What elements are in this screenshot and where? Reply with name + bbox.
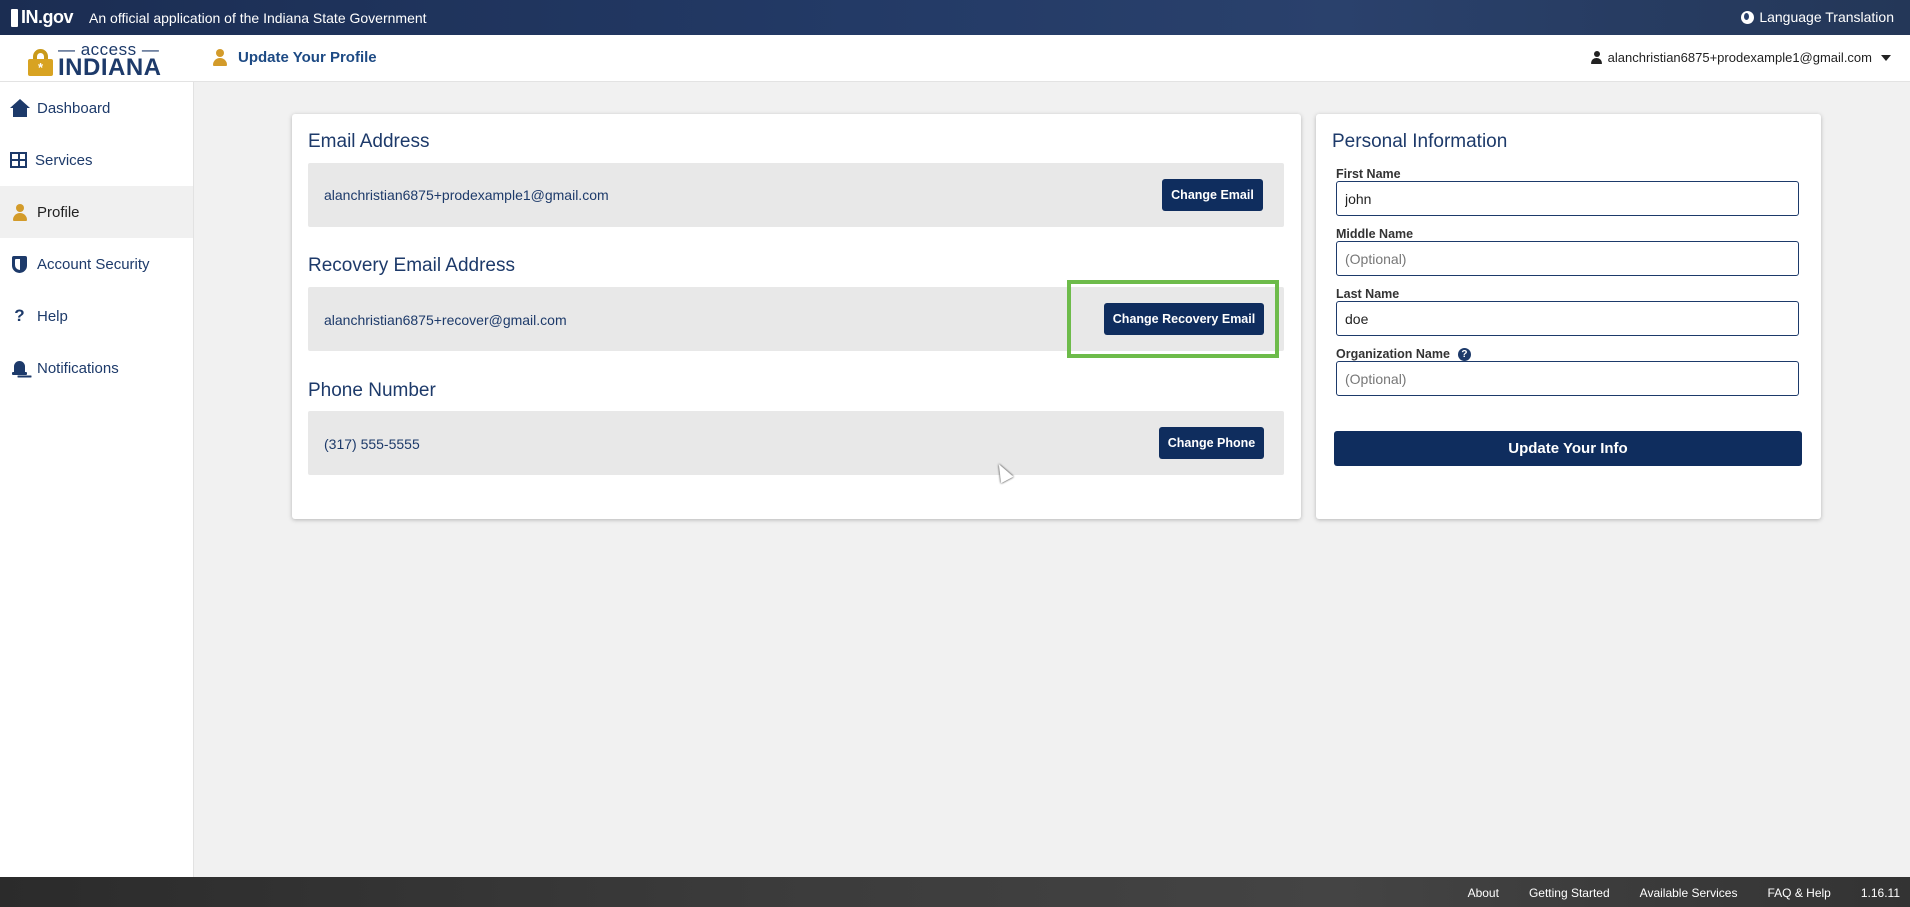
change-email-button[interactable]: Change Email [1162,179,1263,211]
phone-value: (317) 555-5555 [324,436,420,452]
sidebar-item-help[interactable]: ? Help [0,290,193,342]
sidebar-item-profile[interactable]: Profile [0,186,193,238]
globe-icon [1741,10,1755,24]
footer-link-available-services[interactable]: Available Services [1640,886,1738,900]
grid-icon [10,152,27,168]
middle-name-label: Middle Name [1336,227,1414,241]
organization-name-label: Organization Name ? [1336,347,1471,361]
language-translation-label: Language Translation [1759,9,1894,25]
contact-info-card: Email Address alanchristian6875+prodexam… [292,114,1301,519]
sidebar: Dashboard Services Profile Account Secur… [0,82,194,877]
user-icon [1590,51,1603,64]
personal-info-card: Personal Information First Name Middle N… [1316,114,1821,519]
footer-link-about[interactable]: About [1468,886,1499,900]
access-indiana-logo[interactable]: * — access — INDIANA [28,39,162,81]
logo-indiana-text: INDIANA [58,54,162,81]
lock-icon: * [28,49,53,76]
page-title-text: Update Your Profile [238,49,377,66]
sidebar-item-label: Help [37,307,68,325]
first-name-label: First Name [1336,167,1401,181]
change-phone-button[interactable]: Change Phone [1159,427,1264,459]
ingov-logo[interactable]: IN.gov [11,7,74,28]
question-icon: ? [14,306,25,325]
lock-glyph: * [28,59,53,76]
shield-icon [10,255,29,274]
footer: About Getting Started Available Services… [0,877,1910,907]
ingov-label: IN.gov [21,7,74,27]
official-application-text: An official application of the Indiana S… [89,9,427,26]
organization-name-field[interactable] [1336,361,1799,396]
person-icon [10,203,29,222]
first-name-field[interactable] [1336,181,1799,216]
footer-link-getting-started[interactable]: Getting Started [1529,886,1610,900]
recovery-email-row: alanchristian6875+recover@gmail.com Chan… [308,287,1284,351]
phone-row: (317) 555-5555 Change Phone [308,411,1284,475]
sidebar-item-label: Notifications [37,359,119,377]
phone-section-title: Phone Number [308,380,436,401]
last-name-field[interactable] [1336,301,1799,336]
recovery-email-value: alanchristian6875+recover@gmail.com [324,312,567,328]
bell-icon [10,359,29,378]
help-circle-icon[interactable]: ? [1457,347,1471,361]
user-account-menu[interactable]: alanchristian6875+prodexample1@gmail.com [1590,50,1891,65]
sidebar-item-account-security[interactable]: Account Security [0,238,193,290]
app-version: 1.16.11 [1860,886,1900,900]
recovery-email-section-title: Recovery Email Address [308,255,515,276]
middle-name-field[interactable] [1336,241,1799,276]
footer-link-faq-help[interactable]: FAQ & Help [1767,886,1830,900]
sidebar-item-services[interactable]: Services [0,134,193,186]
state-banner: IN.gov An official application of the In… [0,0,1910,35]
email-section-title: Email Address [308,131,430,152]
app-header: * — access — INDIANA Update Your Profile… [0,35,1910,82]
chevron-down-icon [1881,54,1891,61]
footer-links: About Getting Started Available Services… [1468,886,1900,900]
language-translation-link[interactable]: Language Translation [1741,9,1894,25]
home-icon [10,98,30,118]
sidebar-item-dashboard[interactable]: Dashboard [0,82,193,134]
change-recovery-email-button[interactable]: Change Recovery Email [1104,303,1264,335]
ingov-flag-icon [11,8,18,27]
user-email: alanchristian6875+prodexample1@gmail.com [1607,50,1872,65]
email-row: alanchristian6875+prodexample1@gmail.com… [308,163,1284,227]
personal-info-title: Personal Information [1332,131,1508,152]
sidebar-item-notifications[interactable]: Notifications [0,342,193,394]
sidebar-item-label: Account Security [37,255,150,273]
email-value: alanchristian6875+prodexample1@gmail.com [324,187,609,203]
sidebar-item-label: Services [35,151,93,169]
update-your-info-button[interactable]: Update Your Info [1334,431,1802,466]
page-title: Update Your Profile [212,49,377,66]
person-icon [212,49,228,66]
sidebar-item-label: Profile [37,203,80,221]
last-name-label: Last Name [1336,287,1400,301]
sidebar-item-label: Dashboard [37,99,111,117]
